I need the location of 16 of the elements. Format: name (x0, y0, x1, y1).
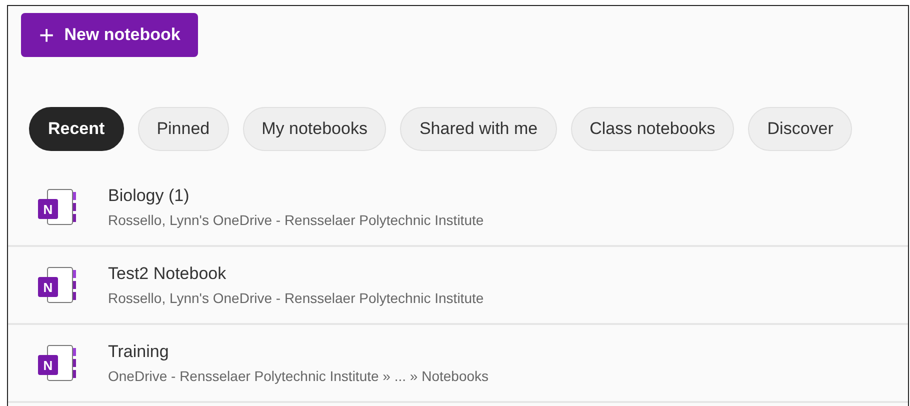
filter-tab[interactable]: Pinned (138, 107, 229, 151)
filter-tab[interactable]: Discover (748, 107, 852, 151)
filter-tab[interactable]: Class notebooks (570, 107, 734, 151)
filter-tab[interactable]: Shared with me (400, 107, 557, 151)
notebook-item[interactable]: N Training OneDrive - Rensselaer Polytechnic Institute » ... » Notebooks (8, 325, 908, 403)
notebook-item[interactable]: N Test2 Notebook Rossello, Lynn's OneDrive - Rensselaer Polytechnic Institute (8, 247, 908, 325)
notebook-title: Biology (1) (108, 186, 190, 206)
notebook-item[interactable]: N Biology (1) Rossello, Lynn's OneDrive - Rensselaer Polytechnic Institute (8, 169, 908, 247)
notebook-title: Test2 Notebook (108, 264, 228, 284)
filter-tab[interactable]: Recent (29, 107, 124, 151)
notebook-location: Rossello, Lynn's OneDrive - Rensselaer Polytechnic Institute (108, 290, 484, 306)
new-notebook-button[interactable]: + New notebook (21, 13, 198, 57)
notebook-location: OneDrive - Rensselaer Polytechnic Institute » ... » Notebooks (108, 368, 489, 384)
notebook-title: Training (108, 342, 170, 362)
notebook-location: Rossello, Lynn's OneDrive - Rensselaer Polytechnic Institute (108, 212, 484, 228)
filter-tab[interactable]: My notebooks (242, 107, 386, 151)
